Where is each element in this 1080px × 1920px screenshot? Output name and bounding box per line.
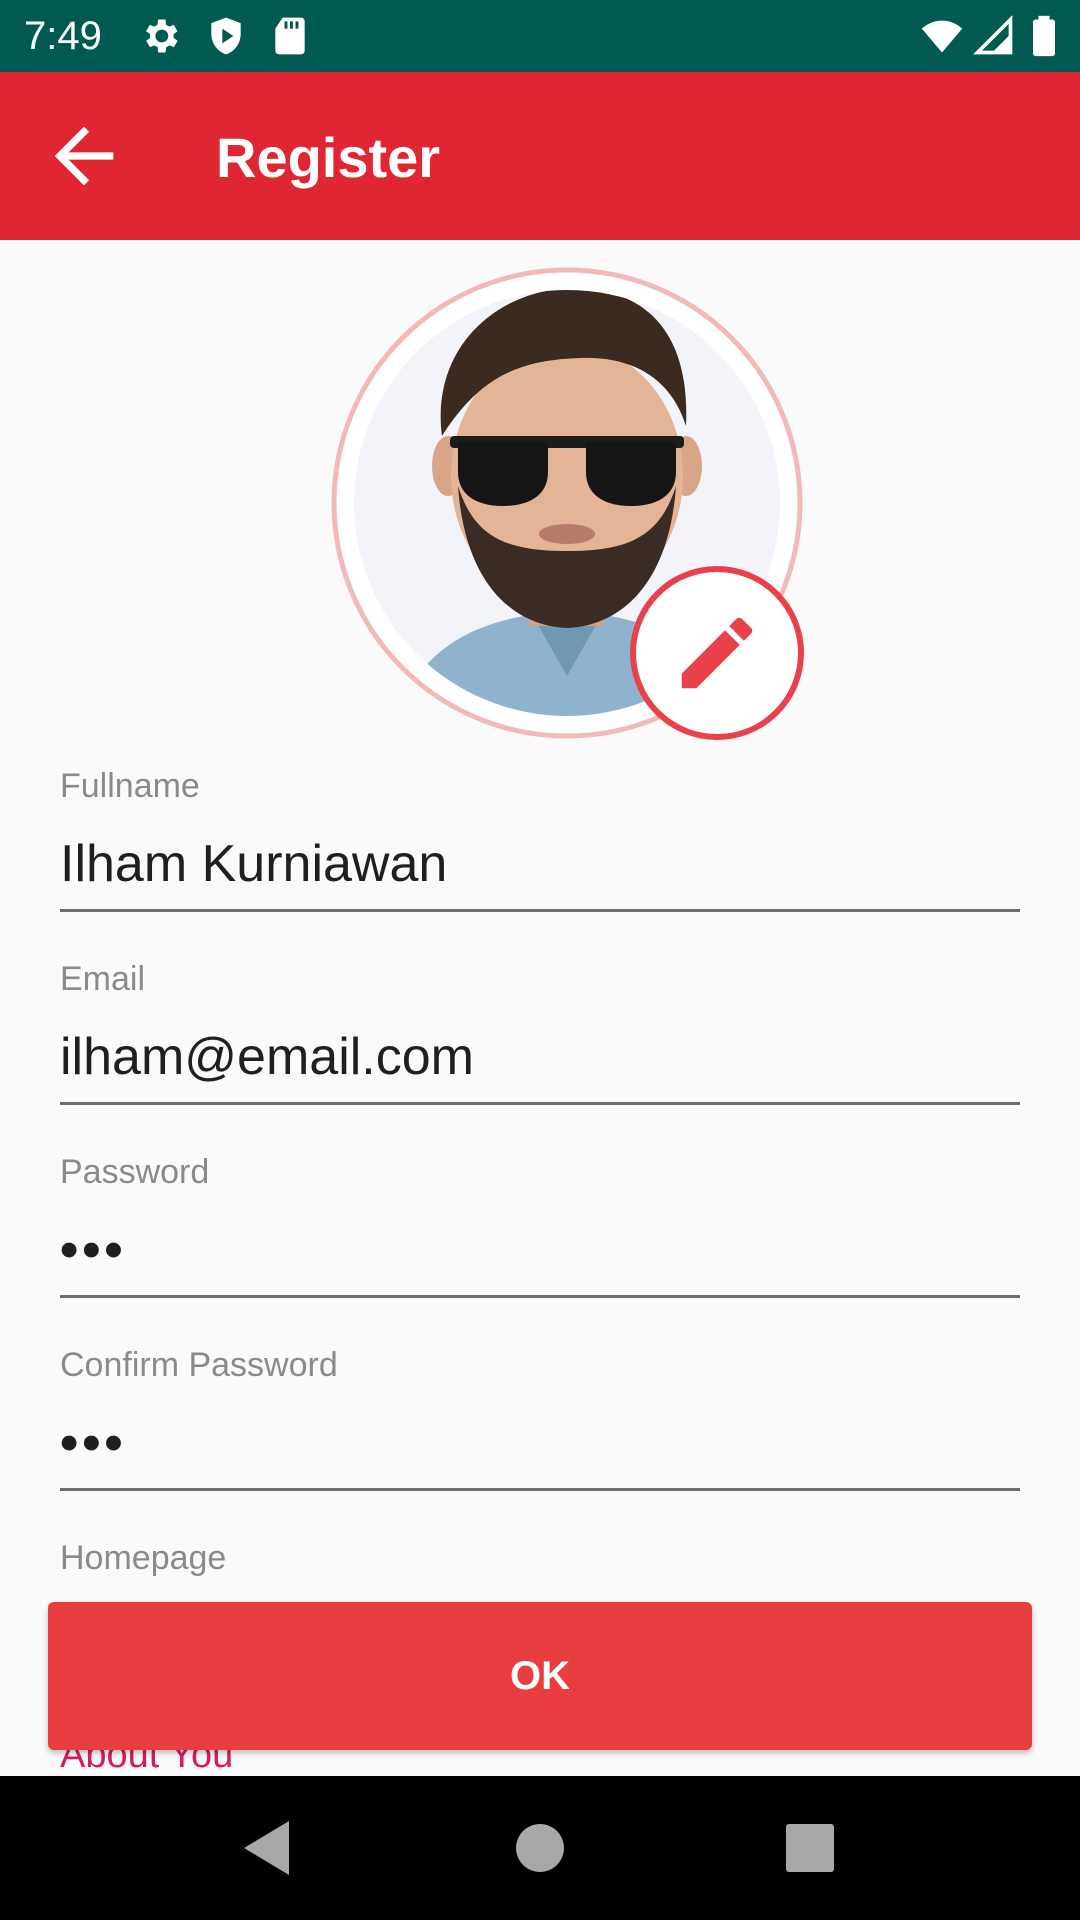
sd-card-icon <box>275 17 305 55</box>
gear-icon <box>146 19 178 53</box>
confirm-password-underline <box>60 1488 1020 1491</box>
email-underline <box>60 1102 1020 1105</box>
arrow-back-icon <box>54 126 114 186</box>
status-time: 7:49 <box>24 14 102 58</box>
recents-square-icon[interactable] <box>774 1812 846 1884</box>
confirm-password-input[interactable]: ••• <box>60 1413 127 1473</box>
confirm-password-label: Confirm Password <box>60 1346 338 1384</box>
page-title: Register <box>216 126 441 189</box>
back-triangle-icon[interactable] <box>232 1812 304 1884</box>
password-underline <box>60 1295 1020 1298</box>
back-button[interactable] <box>40 112 128 200</box>
edit-photo-button[interactable] <box>630 566 804 740</box>
status-bar: 7:49 <box>0 0 1080 72</box>
fullname-input[interactable]: Ilham Kurniawan <box>60 834 447 894</box>
app-bar: Register <box>0 72 1080 240</box>
homepage-label: Homepage <box>60 1539 227 1577</box>
email-field[interactable]: Email ilham@email.com <box>60 959 1020 1109</box>
password-field[interactable]: Password ••• <box>60 1152 1020 1302</box>
wifi-icon <box>921 20 963 53</box>
ok-button[interactable]: OK <box>48 1602 1032 1750</box>
navigation-bar <box>0 1776 1080 1920</box>
fullname-label: Fullname <box>60 767 200 805</box>
password-label: Password <box>60 1153 210 1191</box>
play-protect-icon <box>211 17 241 55</box>
pencil-icon <box>681 617 753 689</box>
fullname-underline <box>60 909 1020 912</box>
email-label: Email <box>60 960 146 998</box>
homepage-field[interactable]: Homepage <box>60 1538 1020 1598</box>
signal-icon <box>973 15 1013 55</box>
home-circle-icon[interactable] <box>504 1812 576 1884</box>
confirm-password-field[interactable]: Confirm Password ••• <box>60 1345 1020 1495</box>
battery-icon <box>1033 15 1055 57</box>
password-input[interactable]: ••• <box>60 1220 127 1280</box>
email-input[interactable]: ilham@email.com <box>60 1027 474 1087</box>
fullname-field[interactable]: Fullname Ilham Kurniawan <box>60 766 1020 916</box>
